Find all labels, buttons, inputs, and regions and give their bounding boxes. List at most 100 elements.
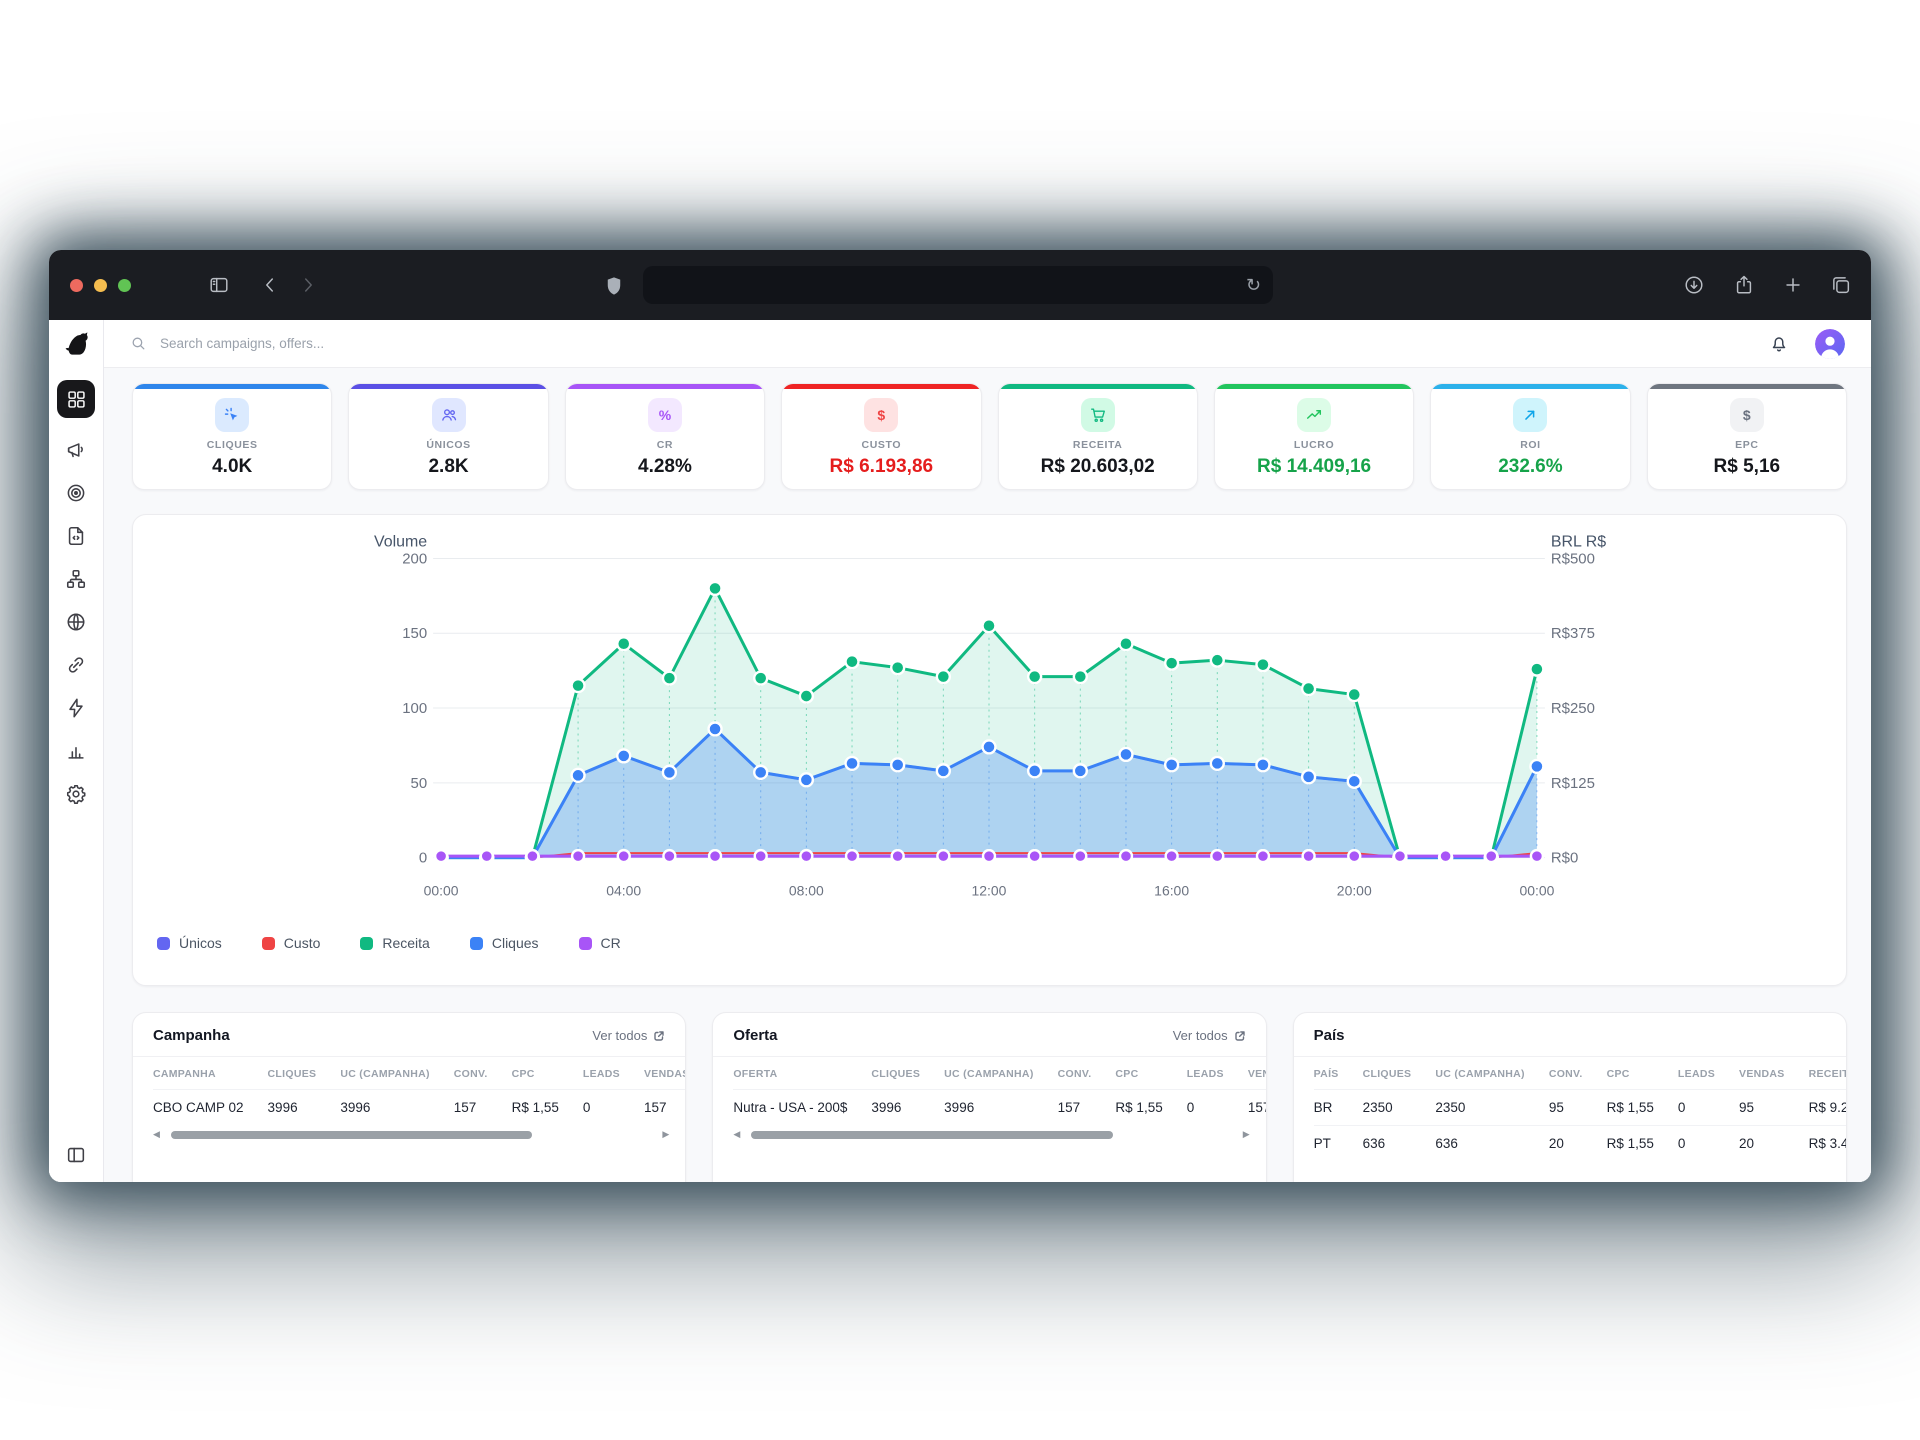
svg-text:Volume: Volume <box>374 534 427 551</box>
kpi-value: 2.8K <box>349 456 547 478</box>
legend-item[interactable]: Custo <box>262 935 321 951</box>
scrollbar-track[interactable] <box>747 1131 1235 1139</box>
dashboard-icon <box>66 389 87 410</box>
kpi-value: 4.0K <box>133 456 331 478</box>
search-input[interactable] <box>158 335 592 352</box>
horizontal-scrollbar: ◀ ▶ <box>733 1130 1249 1139</box>
svg-text:00:00: 00:00 <box>424 882 459 898</box>
table-cell: PT <box>1314 1126 1363 1162</box>
kpi-card-cliques: CLIQUES 4.0K <box>132 383 332 490</box>
kpi-accent-bar <box>1431 384 1629 389</box>
notifications-bell-icon[interactable] <box>1768 333 1790 355</box>
svg-text:08:00: 08:00 <box>789 882 824 898</box>
data-table: PAÍSCLIQUESUC (CAMPANHA)CONV.CPCLEADSVEN… <box>1314 1057 1846 1161</box>
user-avatar[interactable] <box>1815 329 1845 359</box>
sidebar-item-landing-pages[interactable] <box>65 525 87 547</box>
ver-todos-link[interactable]: Ver todos <box>1173 1028 1246 1043</box>
scroll-left-arrow[interactable]: ◀ <box>733 1130 740 1139</box>
tab-overview-icon[interactable] <box>1828 272 1854 298</box>
kpi-label: CLIQUES <box>133 439 331 451</box>
new-tab-icon[interactable] <box>1780 272 1806 298</box>
shield-icon[interactable] <box>601 273 627 299</box>
card-title: País <box>1314 1027 1345 1044</box>
sidebar-item-dashboard[interactable] <box>57 380 95 418</box>
scroll-left-arrow[interactable]: ◀ <box>153 1130 160 1139</box>
scroll-right-arrow[interactable]: ▶ <box>662 1130 669 1139</box>
sidebar-collapse-button[interactable] <box>65 1144 87 1166</box>
sidebar-item-funnels[interactable] <box>65 568 87 590</box>
table-cell: Nutra - USA - 200$ <box>733 1090 871 1126</box>
sidebar-toggle-icon[interactable] <box>206 272 232 298</box>
pais-card: País PAÍSCLIQUESUC (CAMPANHA)CONV.CPCLEA… <box>1293 1012 1847 1182</box>
link-icon <box>65 654 87 676</box>
ver-todos-link[interactable]: Ver todos <box>592 1028 665 1043</box>
dashboard-main: CLIQUES 4.0K ÚNICOS 2.8K % CR <box>104 368 1871 1182</box>
table-cell: 636 <box>1435 1126 1548 1162</box>
svg-text:0: 0 <box>419 850 427 867</box>
back-icon[interactable] <box>257 272 283 298</box>
kpi-card-custo: $ CUSTO R$ 6.193,86 <box>781 383 981 490</box>
scrollbar-thumb[interactable] <box>171 1131 532 1139</box>
legend-item[interactable]: Cliques <box>470 935 539 951</box>
column-header: LEADS <box>1187 1057 1248 1090</box>
sidebar-item-links[interactable] <box>65 654 87 676</box>
horizontal-scrollbar: ◀ ▶ <box>153 1130 669 1139</box>
table-cell: 2350 <box>1435 1090 1548 1126</box>
kpi-card-receita: RECEITA R$ 20.603,02 <box>998 383 1198 490</box>
legend-item[interactable]: Únicos <box>157 935 222 951</box>
url-bar[interactable]: ↻ <box>643 266 1273 304</box>
forward-icon[interactable] <box>295 272 321 298</box>
kpi-accent-bar <box>349 384 547 389</box>
gear-icon <box>65 783 87 805</box>
minimize-button[interactable] <box>94 279 107 292</box>
download-icon[interactable] <box>1681 272 1707 298</box>
legend-item[interactable]: Receita <box>360 935 429 951</box>
sidebar-item-domains[interactable] <box>65 611 87 633</box>
kpi-accent-bar <box>133 384 331 389</box>
sidebar-item-automation[interactable] <box>65 697 87 719</box>
close-button[interactable] <box>70 279 83 292</box>
sidebar-item-offers[interactable] <box>65 482 87 504</box>
legend-item[interactable]: CR <box>579 935 621 951</box>
kpi-label: CUSTO <box>782 439 980 451</box>
table-cell: 3996 <box>268 1090 341 1126</box>
column-header: PAÍS <box>1314 1057 1363 1090</box>
table-cell: 0 <box>1678 1126 1739 1162</box>
scrollbar-track[interactable] <box>167 1131 655 1139</box>
sidebar-item-campaigns[interactable] <box>65 439 87 461</box>
column-header: CONV. <box>1549 1057 1607 1090</box>
legend-label: Únicos <box>179 935 222 951</box>
kpi-label: ROI <box>1431 439 1629 451</box>
dog-logo[interactable] <box>63 331 90 358</box>
scroll-right-arrow[interactable]: ▶ <box>1243 1130 1250 1139</box>
kpi-value: R$ 5,16 <box>1648 456 1846 478</box>
column-header: UC (CAMPANHA) <box>1435 1057 1548 1090</box>
svg-text:BRL R$: BRL R$ <box>1551 534 1606 551</box>
kpi-card-cr: % CR 4.28% <box>565 383 765 490</box>
reload-icon[interactable]: ↻ <box>1246 276 1261 294</box>
dollar-icon: $ <box>1730 398 1764 432</box>
kpi-card-unicos: ÚNICOS 2.8K <box>348 383 548 490</box>
sidebar-item-settings[interactable] <box>65 783 87 805</box>
legend-swatch <box>360 937 373 950</box>
table-row: Nutra - USA - 200$39963996157R$ 1,550157 <box>733 1090 1265 1126</box>
column-header: UC (CAMPANHA) <box>944 1057 1057 1090</box>
table-cell: R$ 1,55 <box>1115 1090 1186 1126</box>
scrollbar-thumb[interactable] <box>751 1131 1112 1139</box>
maximize-button[interactable] <box>118 279 131 292</box>
kpi-value: 232.6% <box>1431 456 1629 478</box>
legend-label: Custo <box>284 935 321 951</box>
column-header: CPC <box>1115 1057 1186 1090</box>
summary-tables: Campanha Ver todos CAMPANHACLIQUESUC (CA… <box>132 1012 1847 1182</box>
traffic-chart: 0R$050R$125100R$250150R$375200R$500Volum… <box>133 515 1846 927</box>
share-icon[interactable] <box>1731 272 1757 298</box>
percent-icon: % <box>648 398 682 432</box>
sidebar-item-reports[interactable] <box>65 740 87 762</box>
dollar-icon: $ <box>864 398 898 432</box>
users-icon <box>432 398 466 432</box>
traffic-chart-card: 0R$050R$125100R$250150R$375200R$500Volum… <box>132 514 1847 986</box>
url-input[interactable] <box>643 277 1246 294</box>
table-cell: R$ 1,55 <box>1607 1090 1678 1126</box>
column-header: CAMPANHA <box>153 1057 268 1090</box>
legend-swatch <box>579 937 592 950</box>
